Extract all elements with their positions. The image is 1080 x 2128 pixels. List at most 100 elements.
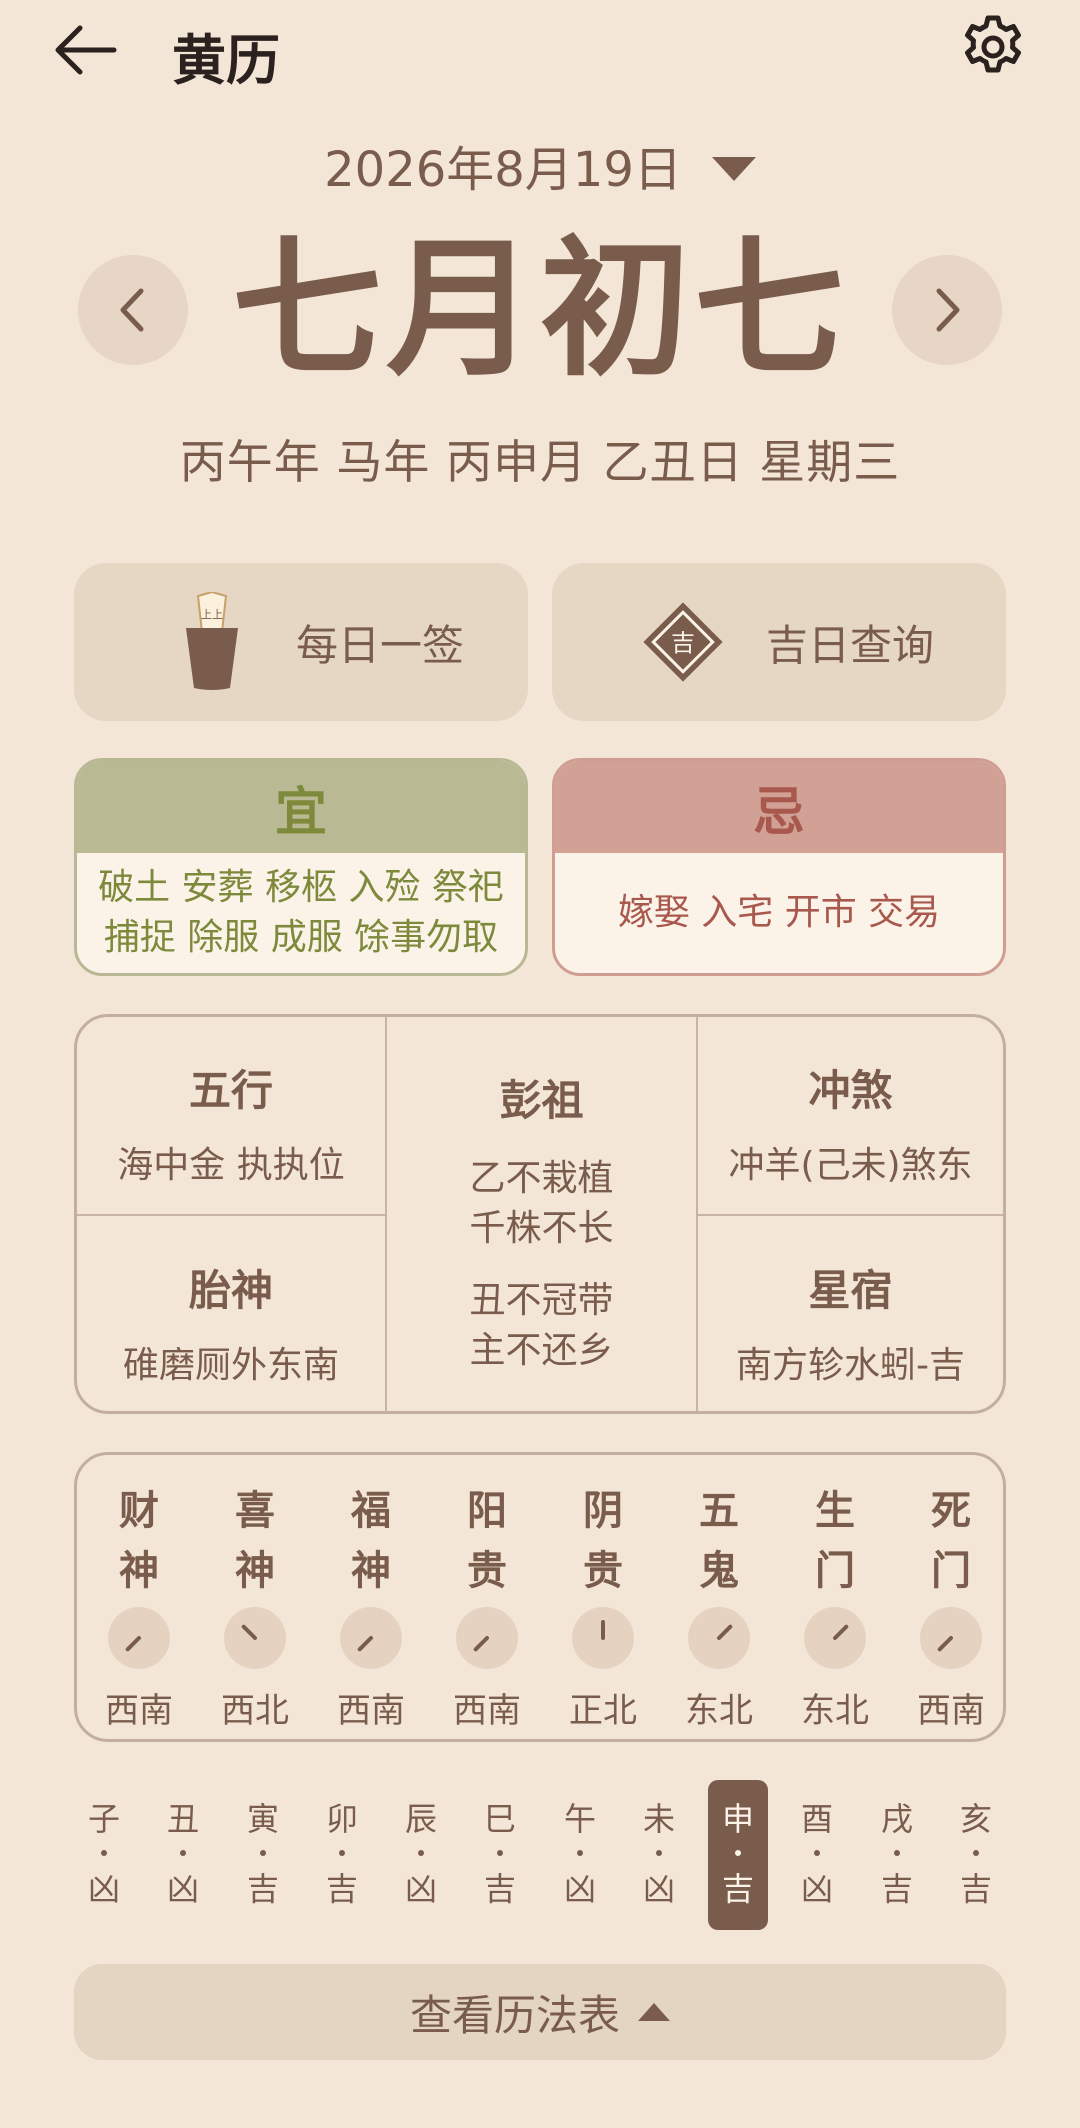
hour-luck: 吉 <box>483 1870 516 1908</box>
god-name-1: 死 <box>931 1488 971 1534</box>
god-item: 财神西南 <box>81 1481 197 1732</box>
compass-needle <box>356 1635 374 1653</box>
wuxing-text: 海中金 执执位 <box>117 1145 345 1186</box>
gods-direction-panel[interactable]: 财神西南喜神西北福神西南阳贵西南阴贵正北五鬼东北生门东北死门西南 <box>74 1452 1006 1742</box>
hour-item[interactable]: 酉凶 <box>787 1780 847 1930</box>
pengzu-cell[interactable]: 彭祖 乙不栽植 千株不长 丑不冠带 主不还乡 <box>387 1067 696 1376</box>
hour-luck: 凶 <box>166 1870 199 1908</box>
caret-up-icon <box>638 2003 670 2021</box>
ganzhi-line: 丙午年 马年 丙申月 乙丑日 星期三 <box>179 435 901 489</box>
ji-text: 嫁娶 入宅 开市 交易 <box>617 892 941 933</box>
god-name-2: 神 <box>119 1548 159 1594</box>
chongsha-title: 冲煞 <box>808 1066 893 1115</box>
hour-branch: 酉 <box>800 1800 833 1838</box>
hour-dot <box>260 1850 266 1856</box>
chevron-right-icon <box>936 288 960 332</box>
hour-item[interactable]: 子凶 <box>74 1780 134 1930</box>
xingxiu-cell[interactable]: 星宿 南方轸水蚓-吉 <box>698 1257 1003 1388</box>
hour-branch: 午 <box>563 1800 596 1838</box>
hour-branch: 未 <box>642 1800 675 1838</box>
view-calendar-table-button[interactable]: 查看历法表 <box>74 1964 1006 2060</box>
back-button[interactable] <box>50 20 120 80</box>
chongsha-text: 冲羊(己未)煞东 <box>728 1145 973 1186</box>
taishen-title: 胎神 <box>188 1266 273 1315</box>
hour-branch: 巳 <box>483 1800 516 1838</box>
hour-branch: 寅 <box>246 1800 279 1838</box>
hour-branch: 子 <box>87 1800 120 1838</box>
hour-luck: 凶 <box>404 1870 437 1908</box>
compass-icon <box>920 1607 982 1669</box>
god-direction: 正北 <box>569 1691 637 1731</box>
hour-dot <box>418 1850 424 1856</box>
hour-luck: 吉 <box>959 1870 992 1908</box>
wuxing-title: 五行 <box>188 1066 273 1115</box>
chongsha-cell[interactable]: 冲煞 冲羊(己未)煞东 <box>698 1057 1003 1188</box>
hour-luck: 吉 <box>246 1870 279 1908</box>
hour-branch: 辰 <box>404 1800 437 1838</box>
hour-dot <box>814 1850 820 1856</box>
arrow-left-icon <box>55 25 117 75</box>
fortune-stick-icon: 上上 <box>186 592 238 690</box>
daily-sign-label: 每日一签 <box>296 620 465 670</box>
date-picker[interactable]: 2026年8月19日 <box>0 130 1080 200</box>
hour-item[interactable]: 亥吉 <box>946 1780 1006 1930</box>
wuxing-cell[interactable]: 五行 海中金 执执位 <box>77 1057 385 1188</box>
god-item: 阴贵正北 <box>545 1481 661 1732</box>
chevron-left-icon <box>120 288 144 332</box>
god-item: 阳贵西南 <box>429 1481 545 1732</box>
yi-title: 宜 <box>77 761 525 853</box>
god-item: 死门西南 <box>893 1481 1009 1732</box>
hour-dot <box>894 1850 900 1856</box>
compass-needle <box>936 1635 954 1653</box>
compass-needle <box>832 1623 850 1641</box>
hour-item[interactable]: 戌吉 <box>867 1780 927 1930</box>
page-title: 黄历 <box>172 29 280 92</box>
compass-icon <box>108 1607 170 1669</box>
hour-dot <box>735 1850 741 1856</box>
daily-sign-button[interactable]: 上上 每日一签 <box>74 563 528 721</box>
view-calendar-table-label: 查看历法表 <box>409 1990 620 2040</box>
god-direction: 东北 <box>685 1691 753 1731</box>
settings-button[interactable] <box>960 14 1026 80</box>
hour-item[interactable]: 寅吉 <box>233 1780 293 1930</box>
taishen-text: 碓磨厕外东南 <box>122 1345 339 1386</box>
compass-needle <box>124 1635 142 1653</box>
lucky-day-button[interactable]: 吉 吉日查询 <box>552 563 1006 721</box>
compass-needle <box>240 1623 258 1641</box>
compass-icon <box>456 1607 518 1669</box>
hour-item[interactable]: 申吉 <box>708 1780 768 1930</box>
god-name-2: 神 <box>235 1548 275 1594</box>
pengzu-line-3: 丑不冠带 <box>469 1280 614 1321</box>
hour-dot <box>339 1850 345 1856</box>
yi-panel[interactable]: 宜 破土 安葬 移柩 入殓 祭祀 捕捉 除服 成服 馀事勿取 <box>74 758 528 976</box>
pengzu-line-1: 乙不栽植 <box>469 1158 614 1199</box>
hour-dot <box>497 1850 503 1856</box>
hour-branch: 戌 <box>880 1800 913 1838</box>
god-name-1: 五 <box>699 1488 739 1534</box>
hour-item[interactable]: 卯吉 <box>312 1780 372 1930</box>
god-name-2: 贵 <box>467 1548 507 1594</box>
hour-dot <box>180 1850 186 1856</box>
hour-branch: 亥 <box>959 1800 992 1838</box>
compass-icon <box>224 1607 286 1669</box>
yi-line-1: 破土 安葬 移柩 入殓 祭祀 <box>98 867 504 908</box>
god-item: 生门东北 <box>777 1481 893 1732</box>
hour-item[interactable]: 午凶 <box>550 1780 610 1930</box>
hour-item[interactable]: 辰凶 <box>391 1780 451 1930</box>
hour-item[interactable]: 巳吉 <box>470 1780 530 1930</box>
god-name-1: 喜 <box>235 1488 275 1534</box>
ji-panel[interactable]: 忌 嫁娶 入宅 开市 交易 <box>552 758 1006 976</box>
taishen-cell[interactable]: 胎神 碓磨厕外东南 <box>77 1257 385 1388</box>
gear-icon <box>965 15 1021 73</box>
info-grid: 五行 海中金 执执位 彭祖 乙不栽植 千株不长 丑不冠带 主不还乡 冲煞 冲羊(… <box>74 1014 1006 1414</box>
god-name-1: 财 <box>119 1488 159 1534</box>
next-day-button[interactable] <box>892 255 1002 365</box>
god-item: 五鬼东北 <box>661 1481 777 1732</box>
prev-day-button[interactable] <box>78 255 188 365</box>
god-direction: 西南 <box>917 1691 985 1731</box>
god-name-1: 福 <box>351 1488 391 1534</box>
hour-item[interactable]: 未凶 <box>629 1780 689 1930</box>
hour-item[interactable]: 丑凶 <box>153 1780 213 1930</box>
compass-needle <box>716 1623 734 1641</box>
hour-branch: 申 <box>721 1800 754 1838</box>
